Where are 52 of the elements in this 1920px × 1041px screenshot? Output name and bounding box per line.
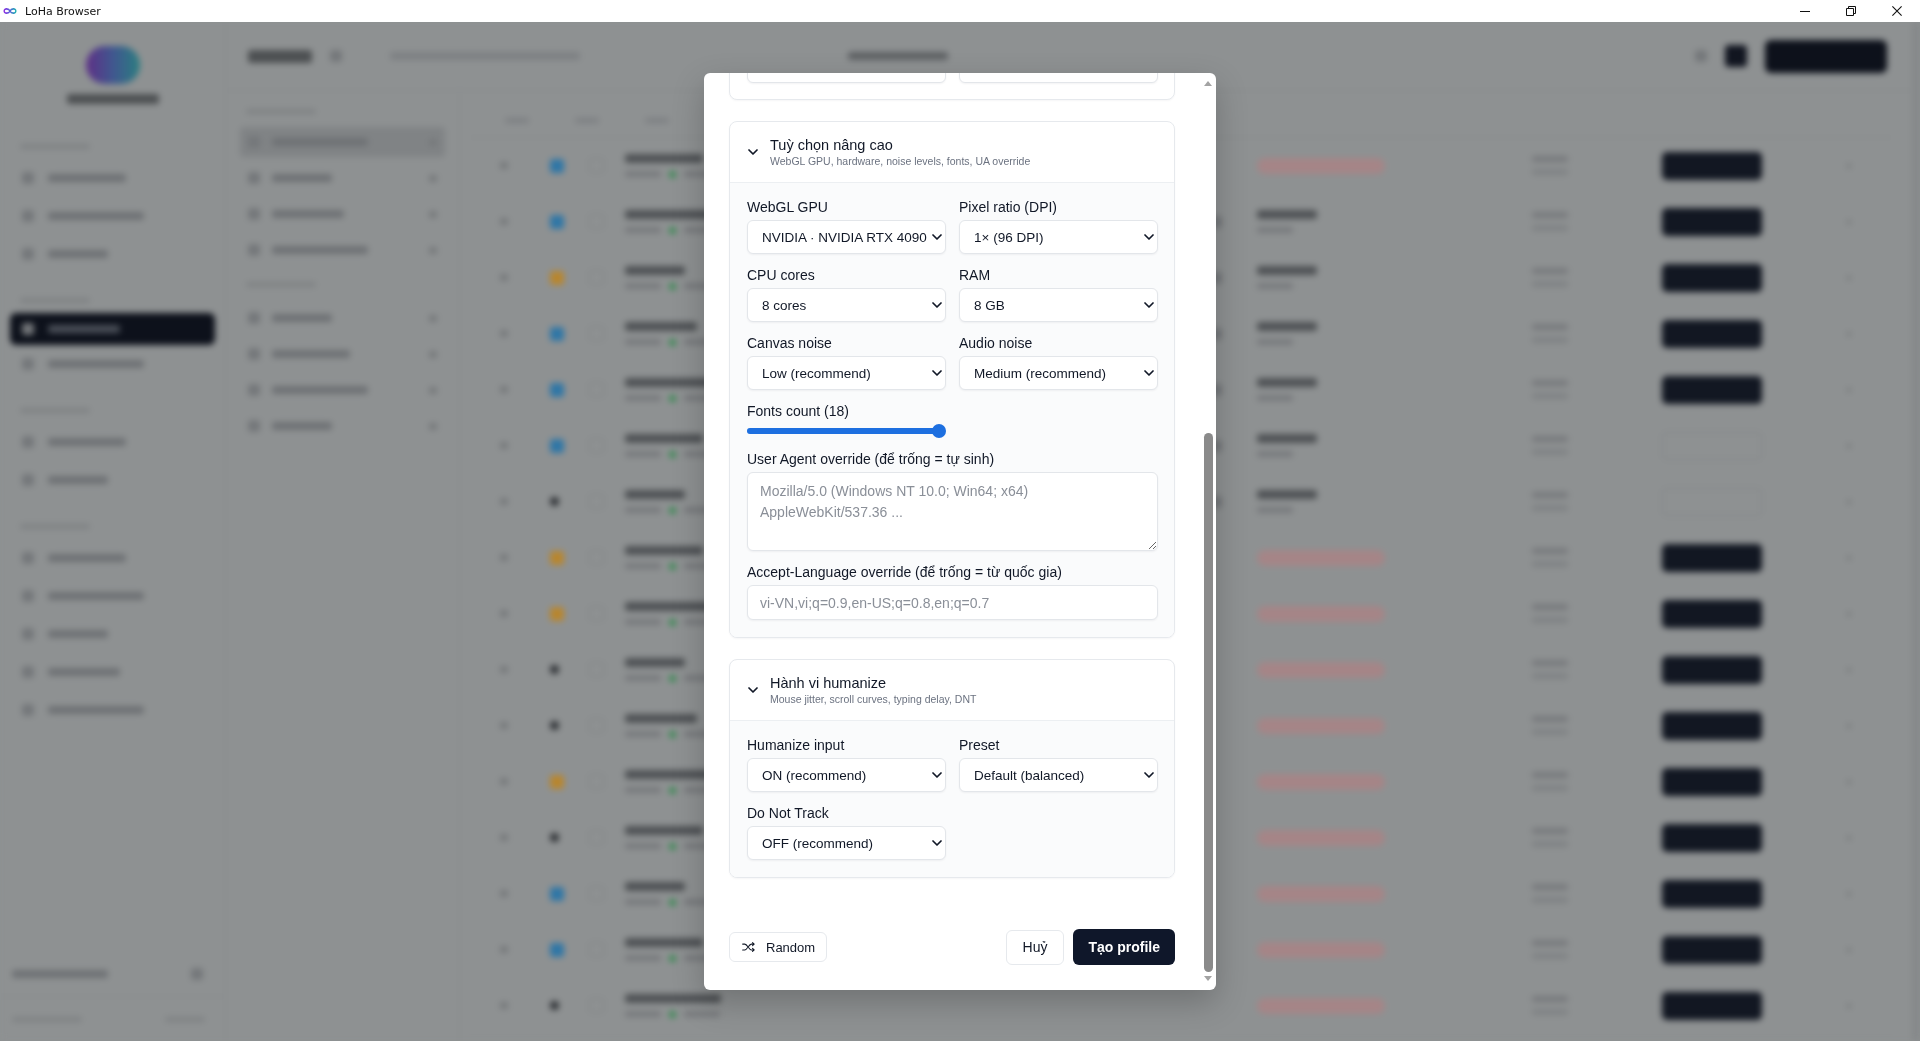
chevron-down-icon <box>1144 234 1154 240</box>
section-subtitle: Mouse jitter, scroll curves, typing delay, DNT <box>770 692 977 706</box>
chevron-down-icon <box>932 302 942 308</box>
field-label: WebGL GPU <box>747 199 829 216</box>
scrollbar-thumb[interactable] <box>1203 433 1213 972</box>
chevron-down-icon <box>932 234 942 240</box>
field-label: RAM <box>959 267 992 284</box>
text-input-field[interactable]: vi-VN,vi;q=0.9,en-US;q=0.8,en;q=0.7 <box>747 585 1158 620</box>
cancel-button[interactable]: Huỷ <box>1005 929 1065 965</box>
shuffle-icon <box>742 942 755 952</box>
range-slider[interactable] <box>747 424 946 438</box>
field-label: Preset <box>959 737 1001 754</box>
restore-icon <box>1846 6 1856 16</box>
section-title: Hành vi humanize <box>770 674 888 692</box>
select-dropdown[interactable]: NVIDIA · NVIDIA RTX 4090 <box>747 220 946 254</box>
chevron-down-icon[interactable] <box>748 687 758 693</box>
field-label: Fonts count (18) <box>747 403 850 420</box>
field-label: User Agent override (để trống = tự sinh) <box>747 451 996 468</box>
chevron-down-icon <box>932 772 942 778</box>
slider-thumb[interactable] <box>932 424 946 438</box>
field-label: Accept-Language override (để trống = từ quốc gia) <box>747 564 1063 581</box>
minimize-icon <box>1800 10 1810 12</box>
select-dropdown[interactable]: 8 cores <box>747 288 946 322</box>
chevron-down-icon <box>1144 370 1154 376</box>
select-dropdown[interactable]: 8 GB <box>959 288 1158 322</box>
chevron-down-icon <box>932 840 942 846</box>
text-area-field[interactable]: Mozilla/5.0 (Windows NT 10.0; Win64; x64) AppleWebKit/537.36 ... <box>747 472 1158 551</box>
chevron-down-icon <box>932 370 942 376</box>
random-button[interactable]: Random <box>729 932 828 962</box>
chevron-down-icon[interactable] <box>748 149 758 155</box>
field-label: Audio noise <box>959 335 1034 352</box>
select-dropdown[interactable]: 1× (96 DPI) <box>959 220 1158 254</box>
field-label: Humanize input <box>747 737 846 754</box>
field-label: Do Not Track <box>747 805 830 822</box>
select-dropdown[interactable]: ON (recommend) <box>747 758 946 792</box>
infinity-logo-icon <box>3 7 17 15</box>
field-label: Canvas noise <box>747 335 833 352</box>
triangle-up-icon[interactable] <box>1204 81 1212 86</box>
select-dropdown[interactable]: Medium (recommend) <box>959 356 1158 390</box>
create-profile-button[interactable]: Tạo profile <box>1073 929 1175 965</box>
select-dropdown[interactable]: Low (recommend) <box>747 356 946 390</box>
section-title: Tuỳ chọn nâng cao <box>770 136 894 154</box>
triangle-down-icon[interactable] <box>1204 976 1212 981</box>
select-dropdown[interactable]: OFF (recommend) <box>747 826 946 860</box>
field-label: CPU cores <box>747 267 816 284</box>
select-dropdown[interactable]: Default (balanced) <box>959 758 1158 792</box>
section-subtitle: WebGL GPU, hardware, noise levels, fonts, UA override <box>770 154 1031 168</box>
close-icon <box>1892 6 1902 16</box>
chevron-down-icon <box>1144 772 1154 778</box>
chevron-down-icon <box>1144 302 1154 308</box>
field-label: Pixel ratio (DPI) <box>959 199 1059 216</box>
window-title: LoHa Browser <box>25 4 101 18</box>
